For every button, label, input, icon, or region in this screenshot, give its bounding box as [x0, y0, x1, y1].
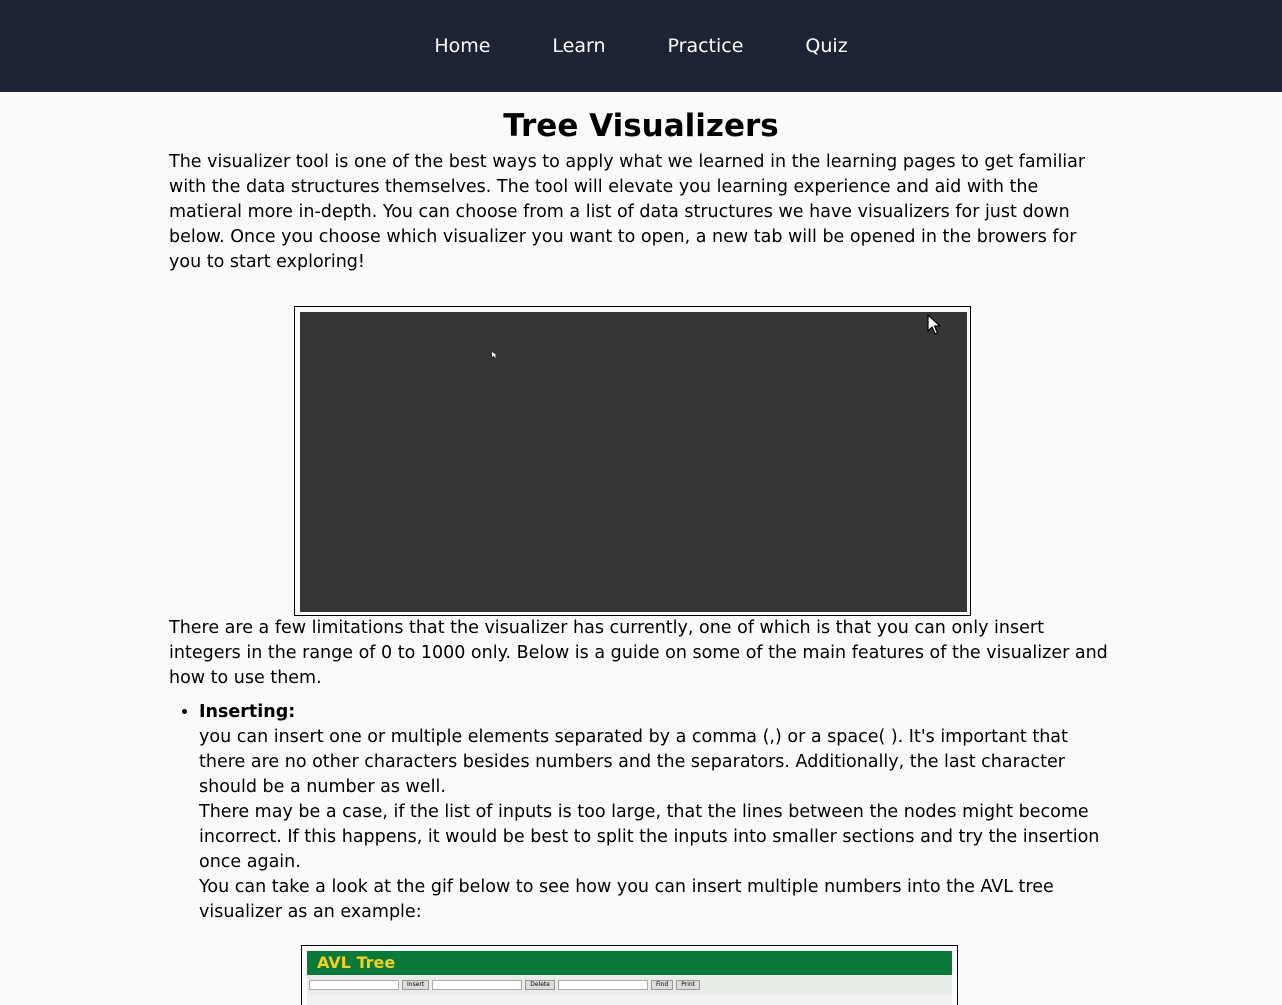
gif-content: AVL Tree Insert Delete Find Print — [307, 951, 952, 1005]
features-list: Inserting: you can insert one or multipl… — [169, 700, 1113, 925]
page-title: Tree Visualizers — [503, 108, 779, 144]
feature-inserting-line-1: you can insert one or multiple elements … — [199, 727, 1068, 797]
nav-link-home[interactable]: Home — [403, 0, 521, 92]
avl-insert-gif: AVL Tree Insert Delete Find Print — [301, 945, 958, 1005]
intro-paragraph: The visualizer tool is one of the best w… — [169, 152, 1086, 272]
gif-print-button: Print — [676, 980, 701, 990]
nav-link-quiz[interactable]: Quiz — [774, 0, 878, 92]
feature-inserting-line-2: There may be a case, if the list of inpu… — [199, 802, 1100, 872]
limitations-paragraph: There are a few limitations that the vis… — [169, 618, 1108, 688]
nav-item-quiz: Quiz — [774, 0, 878, 92]
gif-find-field — [557, 980, 648, 990]
visualizer-frame — [293, 306, 971, 616]
nav-item-learn: Learn — [521, 0, 636, 92]
feature-inserting: Inserting: you can insert one or multipl… — [199, 700, 1113, 925]
main-content: Tree Visualizers The visualizer tool is … — [169, 106, 1113, 1005]
nav-list: Home Learn Practice Quiz — [403, 0, 878, 92]
gif-find-button: Find — [650, 980, 674, 990]
nav-item-practice: Practice — [637, 0, 775, 92]
gif-insert-field — [309, 980, 399, 990]
nav-link-practice[interactable]: Practice — [637, 0, 775, 92]
nav-item-home: Home — [403, 0, 521, 92]
mouse-cursor-icon — [926, 314, 941, 335]
top-navbar: Home Learn Practice Quiz — [0, 0, 1282, 92]
visualizer-embed[interactable] — [299, 312, 967, 612]
gif-insert-button: Insert — [402, 980, 430, 990]
gif-toolbar: Insert Delete Find Print — [307, 975, 952, 995]
feature-inserting-title: Inserting: — [199, 702, 296, 722]
nav-link-learn[interactable]: Learn — [521, 0, 636, 92]
feature-inserting-line-3: You can take a look at the gif below to … — [199, 877, 1054, 922]
gif-delete-field — [432, 980, 523, 990]
gif-delete-button: Delete — [525, 980, 555, 990]
gif-title: AVL Tree — [307, 951, 952, 975]
small-cursor-icon — [491, 352, 496, 358]
